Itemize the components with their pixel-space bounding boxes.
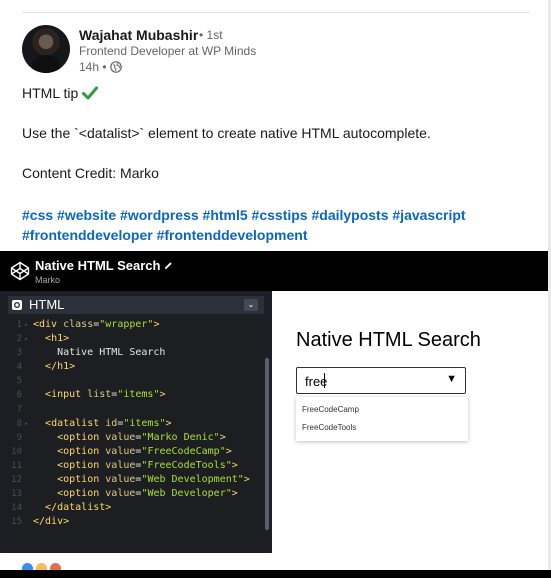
top-divider <box>22 12 530 13</box>
fold-marker <box>22 459 30 473</box>
code-lines[interactable]: 1 ▾ <div class="wrapper"> 2 ▾ <h1> 3 Native H… <box>8 318 256 529</box>
code-text: <input list="items"> <box>45 389 166 401</box>
pen-header: Native HTML Search Marko <box>0 251 548 291</box>
code-line[interactable]: 4 </h1> <box>8 360 256 374</box>
code-line[interactable]: 15 </div> <box>8 515 256 529</box>
globe-icon <box>109 61 122 73</box>
post-time: 14h • <box>79 60 107 74</box>
line-number: 11 <box>11 460 22 471</box>
suggestion-item[interactable]: FreeCodeCamp <box>302 405 359 414</box>
author-name[interactable]: Wajahat Mubashir <box>79 27 198 43</box>
fold-marker[interactable]: ▾ <box>22 332 30 346</box>
editor-scrollbar[interactable] <box>265 358 269 530</box>
line-number: 12 <box>11 475 22 486</box>
code-text: <div class="wrapper"> <box>33 319 160 330</box>
line-number: 4 <box>16 362 22 373</box>
code-line[interactable]: 1 ▾ <div class="wrapper"> <box>8 318 256 332</box>
fold-marker <box>22 501 30 515</box>
preview-pane: Native HTML Search free ▼ FreeCodeCamp F… <box>272 291 548 553</box>
fold-marker <box>22 360 30 374</box>
line-number: 8 <box>16 418 22 429</box>
post-text-tip: HTML tip <box>22 85 99 101</box>
fold-marker <box>22 487 30 501</box>
code-line[interactable]: 9 <option value="Marko Denic"> <box>8 431 256 445</box>
line-number: 5 <box>16 376 22 387</box>
code-line[interactable]: 2 ▾ <h1> <box>8 332 256 346</box>
post-tip-label: HTML tip <box>22 85 79 101</box>
code-text: Native HTML Search <box>33 347 166 359</box>
code-text: <h1> <box>45 333 70 345</box>
line-number: 6 <box>16 390 22 401</box>
html-editor[interactable]: HTML ⌄ 1 ▾ <div class="wrapper"> 2 ▾ <h1> 3 N… <box>8 296 269 553</box>
author-headline: Frontend Developer at WP Minds <box>79 44 257 58</box>
post-meta: 14h • <box>79 60 122 74</box>
fold-marker <box>22 403 30 417</box>
fold-marker[interactable]: ▾ <box>22 318 30 332</box>
pencil-icon[interactable] <box>164 261 173 270</box>
codepen-logo-icon <box>10 261 30 281</box>
line-number: 14 <box>11 503 22 514</box>
fold-marker[interactable]: ▾ <box>22 417 30 431</box>
code-text: <option value="Web Developer"> <box>57 488 238 500</box>
code-text: </datalist> <box>45 502 112 514</box>
fold-marker <box>22 374 30 388</box>
code-text: </div> <box>33 516 70 528</box>
code-line[interactable]: 3 Native HTML Search <box>8 346 256 360</box>
collapse-button[interactable]: ⌄ <box>244 299 258 311</box>
search-input[interactable]: free ▼ <box>296 367 466 394</box>
editor-tab: HTML ⌄ <box>8 296 264 314</box>
pen-author[interactable]: Marko <box>35 275 60 285</box>
text-caret <box>324 373 325 388</box>
code-line[interactable]: 12 <option value="Web Development"> <box>8 473 256 487</box>
line-number: 15 <box>11 517 22 528</box>
avatar[interactable] <box>22 25 70 73</box>
connection-degree: • 1st <box>199 28 223 42</box>
fold-marker <box>22 388 30 402</box>
line-number: 3 <box>16 348 22 359</box>
codepen-embed[interactable]: Native HTML Search Marko HTML ⌄ 1 ▾ <div c… <box>0 251 548 553</box>
post-text-credit: Content Credit: Marko <box>22 165 159 181</box>
post-hashtags[interactable]: #css #website #wordpress #html5 #csstips… <box>22 205 522 245</box>
editor-language-label: HTML <box>29 297 65 312</box>
dropdown-arrow-icon[interactable]: ▼ <box>446 373 457 385</box>
preview-title: Native HTML Search <box>296 329 481 351</box>
pen-title[interactable]: Native HTML Search <box>35 258 173 273</box>
footer-bar <box>0 570 551 578</box>
line-number: 9 <box>16 432 22 443</box>
datalist-suggestions: FreeCodeCamp FreeCodeTools <box>296 397 468 441</box>
code-line[interactable]: 14 </datalist> <box>8 501 256 515</box>
suggestion-item[interactable]: FreeCodeTools <box>302 423 356 432</box>
fold-marker <box>22 431 30 445</box>
code-text: <option value="Web Development"> <box>57 474 250 486</box>
line-number: 13 <box>11 489 22 500</box>
line-number: 10 <box>11 446 22 457</box>
fold-marker <box>22 346 30 360</box>
code-text: <option value="FreeCodeTools"> <box>57 459 238 471</box>
code-line[interactable]: 6 <input list="items"> <box>8 388 256 402</box>
fold-marker <box>22 445 30 459</box>
post-text-body: Use the `<datalist>` element to create n… <box>22 125 431 141</box>
gear-icon[interactable] <box>12 300 22 310</box>
code-line[interactable]: 5 <box>8 374 256 388</box>
code-text: </h1> <box>45 361 76 373</box>
code-line[interactable]: 10 <option value="FreeCodeCamp"> <box>8 445 256 459</box>
code-line[interactable]: 8 ▾ <datalist id="items"> <box>8 417 256 431</box>
code-line[interactable]: 7 <box>8 403 256 417</box>
pen-title-text: Native HTML Search <box>35 258 161 273</box>
code-line[interactable]: 11 <option value="FreeCodeTools"> <box>8 459 256 473</box>
code-text: <datalist id="items"> <box>45 417 172 429</box>
code-text: <option value="FreeCodeCamp"> <box>57 445 232 457</box>
line-number: 2 <box>16 334 22 345</box>
line-number: 7 <box>16 404 22 415</box>
code-line[interactable]: 13 <option value="Web Developer"> <box>8 487 256 501</box>
fold-marker <box>22 473 30 487</box>
fold-marker <box>22 515 30 529</box>
line-number: 1 <box>16 320 22 330</box>
check-icon <box>82 86 99 100</box>
code-text: <option value="Marko Denic"> <box>57 431 226 443</box>
